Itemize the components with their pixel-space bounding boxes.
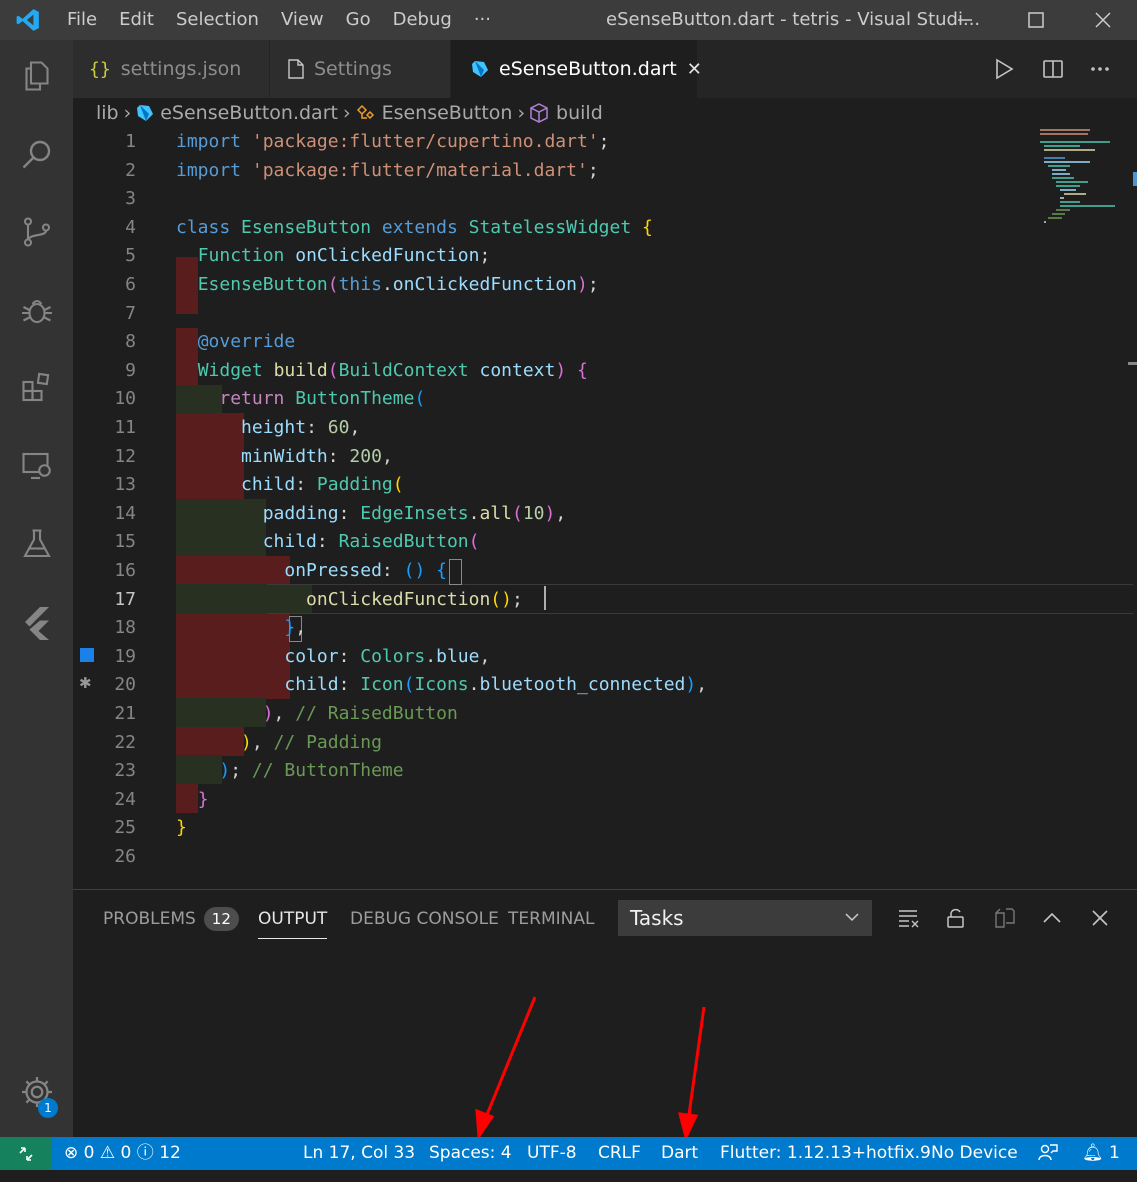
feedback-icon[interactable] — [1037, 1137, 1059, 1182]
notification-count: 1 — [1109, 1143, 1120, 1163]
indentation-setting[interactable]: Spaces: 4 — [429, 1137, 512, 1170]
encoding-setting[interactable]: UTF-8 — [527, 1137, 577, 1170]
info-count: 12 — [159, 1143, 181, 1163]
red-arrow-language — [677, 1006, 706, 1142]
bell-icon: 🔔︎ — [1082, 1143, 1104, 1163]
language-mode[interactable]: Dart — [661, 1137, 698, 1170]
red-arrow-spaces — [475, 996, 537, 1141]
cursor-position[interactable]: Ln 17, Col 33 — [303, 1137, 415, 1170]
status-bar: ⊗ 0 ⚠ 0 ⓘ 12 Ln 17, Col 33 Spaces: 4 UTF… — [0, 1137, 1137, 1170]
annotation-arrows — [475, 996, 706, 1142]
notifications[interactable]: 🔔︎ 1 — [1082, 1137, 1120, 1170]
flutter-version[interactable]: Flutter: 1.12.13+hotfix.9 — [720, 1137, 931, 1170]
warning-count: 0 — [120, 1143, 132, 1163]
warning-icon: ⚠ — [99, 1143, 116, 1163]
eol-setting[interactable]: CRLF — [598, 1137, 641, 1170]
error-count: 0 — [83, 1143, 95, 1163]
device-selector[interactable]: No Device — [931, 1137, 1018, 1170]
remote-indicator-icon[interactable] — [0, 1137, 52, 1170]
problems-status[interactable]: ⊗ 0 ⚠ 0 ⓘ 12 — [64, 1137, 181, 1170]
error-icon: ⊗ — [64, 1143, 79, 1163]
info-icon: ⓘ — [136, 1143, 154, 1163]
